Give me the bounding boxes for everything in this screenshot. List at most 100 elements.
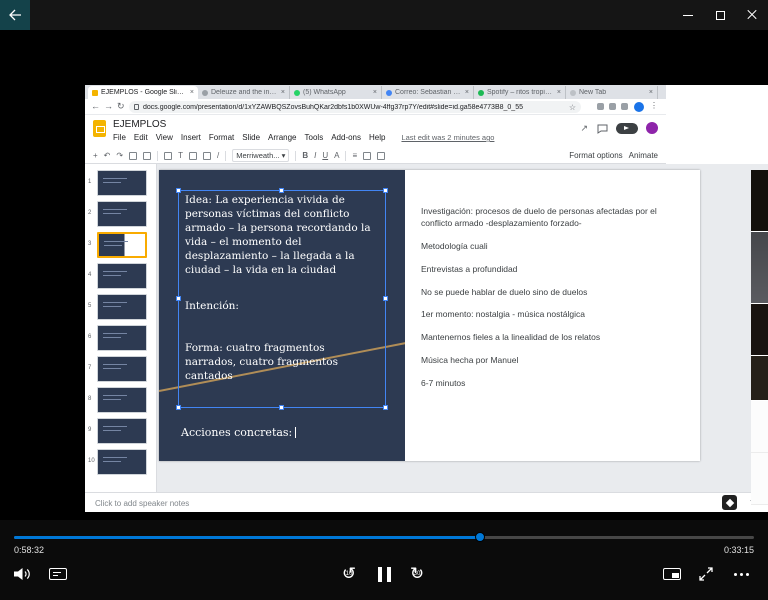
tab-close-icon[interactable]: ×: [465, 89, 469, 96]
print-icon[interactable]: [129, 152, 137, 160]
selection-handle[interactable]: [279, 188, 284, 193]
format-options-button[interactable]: Format options: [569, 151, 622, 160]
selection-handle[interactable]: [279, 405, 284, 410]
slide-text-acciones[interactable]: Acciones concretas:: [181, 426, 296, 439]
slide-filmstrip[interactable]: 1 2 3 4 5 6 7 8 9 10: [85, 164, 157, 492]
slide-thumbnail-5[interactable]: 5: [88, 294, 156, 320]
document-title[interactable]: EJEMPLOS: [113, 119, 166, 130]
selection-handle[interactable]: [176, 296, 181, 301]
volume-button[interactable]: [10, 562, 34, 586]
browser-profile-avatar[interactable]: [634, 102, 644, 112]
more-options-button[interactable]: [728, 562, 754, 586]
slide-canvas[interactable]: Idea: La experiencia vivida de personas …: [157, 164, 768, 492]
italic-icon[interactable]: I: [314, 152, 316, 160]
menu-file[interactable]: File: [113, 133, 126, 142]
menu-view[interactable]: View: [156, 133, 173, 142]
browser-forward-icon[interactable]: →: [104, 101, 113, 111]
paint-format-icon[interactable]: [143, 152, 151, 160]
menu-tools[interactable]: Tools: [305, 133, 324, 142]
selection-handle[interactable]: [383, 296, 388, 301]
tab-close-icon[interactable]: ×: [281, 89, 285, 96]
participant-video-4[interactable]: [751, 356, 768, 401]
participant-video-2[interactable]: [751, 232, 768, 304]
line-spacing-icon[interactable]: [363, 152, 371, 160]
participant-video-3[interactable]: [751, 304, 768, 356]
minimize-button[interactable]: [672, 0, 704, 30]
redo-icon[interactable]: ↷: [116, 152, 123, 160]
menu-addons[interactable]: Add-ons: [331, 133, 361, 142]
animate-button[interactable]: Animate: [629, 151, 658, 160]
menu-arrange[interactable]: Arrange: [268, 133, 296, 142]
text-box-icon[interactable]: T: [178, 152, 183, 160]
last-edit-link[interactable]: Last edit was 2 minutes ago: [401, 133, 494, 142]
fullscreen-button[interactable]: [694, 562, 718, 586]
extension-icon[interactable]: [621, 103, 628, 110]
menu-edit[interactable]: Edit: [134, 133, 148, 142]
slide-thumbnail-9[interactable]: 9: [88, 418, 156, 444]
tab-spotify[interactable]: Spotify – ritos tropicaribes ×: [474, 86, 566, 99]
tab-whatsapp[interactable]: (5) WhatsApp ×: [290, 86, 382, 99]
menu-help[interactable]: Help: [369, 133, 385, 142]
menu-insert[interactable]: Insert: [181, 133, 201, 142]
list-icon[interactable]: [377, 152, 385, 160]
text-color-icon[interactable]: A: [334, 152, 339, 160]
selection-handle[interactable]: [176, 405, 181, 410]
browser-back-icon[interactable]: ←: [91, 101, 100, 111]
speaker-notes-bar[interactable]: Click to add speaker notes: [85, 492, 768, 512]
maximize-button[interactable]: [704, 0, 736, 30]
close-button[interactable]: [736, 0, 768, 30]
menu-format[interactable]: Format: [209, 133, 234, 142]
selection-handle[interactable]: [383, 188, 388, 193]
participant-placeholder-2[interactable]: [751, 453, 768, 505]
select-tool-icon[interactable]: [164, 152, 172, 160]
menu-slide[interactable]: Slide: [242, 133, 260, 142]
seek-bar[interactable]: [14, 536, 754, 539]
seek-bar-handle[interactable]: [475, 532, 485, 542]
tab-close-icon[interactable]: ×: [373, 89, 377, 96]
undo-icon[interactable]: ↶: [104, 152, 111, 160]
selection-handle[interactable]: [176, 188, 181, 193]
bold-icon[interactable]: B: [302, 152, 308, 160]
align-icon[interactable]: ≡: [352, 152, 357, 160]
extension-icon[interactable]: [609, 103, 616, 110]
font-family-select[interactable]: Merriweath... ▾: [232, 149, 289, 162]
mini-player-button[interactable]: [660, 562, 684, 586]
tab-mail[interactable]: Correo: Sebastian de Jesus D... ×: [382, 86, 474, 99]
pause-button[interactable]: [372, 562, 396, 586]
tab-close-icon[interactable]: ×: [649, 89, 653, 96]
new-slide-icon[interactable]: +: [93, 152, 98, 160]
browser-reload-icon[interactable]: ↻: [117, 101, 125, 112]
address-bar[interactable]: docs.google.com/presentation/d/1xYZAWBQS…: [129, 101, 581, 113]
insert-image-icon[interactable]: [189, 152, 197, 160]
insert-shape-icon[interactable]: [203, 152, 211, 160]
present-button[interactable]: [616, 123, 638, 134]
tab-slides[interactable]: EJEMPLOS - Google Slides ×: [88, 86, 198, 99]
slide-thumbnail-3-selected[interactable]: 3: [88, 232, 156, 258]
video-content[interactable]: EJEMPLOS - Google Slides × Deleuze and t…: [85, 85, 768, 512]
tab-close-icon[interactable]: ×: [190, 89, 194, 96]
comments-icon[interactable]: [597, 124, 608, 134]
slide-thumbnail-4[interactable]: 4: [88, 263, 156, 289]
account-avatar[interactable]: [646, 122, 658, 134]
selection-handle[interactable]: [383, 405, 388, 410]
skip-back-button[interactable]: ↺ 10: [336, 562, 362, 586]
bookmark-star-icon[interactable]: ☆: [569, 103, 576, 112]
slide-thumbnail-2[interactable]: 2: [88, 201, 156, 227]
browser-menu-icon[interactable]: ⋮: [650, 101, 658, 110]
slide-thumbnail-6[interactable]: 6: [88, 325, 156, 351]
tab-new-tab[interactable]: New Tab ×: [566, 86, 658, 99]
underline-icon[interactable]: U: [322, 152, 328, 160]
slide-thumbnail-8[interactable]: 8: [88, 387, 156, 413]
share-arrow-icon[interactable]: ↗: [580, 123, 588, 134]
extension-icon[interactable]: [597, 103, 604, 110]
insert-line-icon[interactable]: /: [217, 152, 219, 160]
speaker-notes-placeholder[interactable]: Click to add speaker notes: [95, 499, 189, 508]
skip-forward-button[interactable]: ↻ 30: [404, 562, 430, 586]
slide-notes-text-block[interactable]: Investigación: procesos de duelo de pers…: [421, 206, 663, 401]
explore-button[interactable]: [722, 495, 737, 510]
current-slide[interactable]: Idea: La experiencia vivida de personas …: [159, 170, 700, 461]
tab-close-icon[interactable]: ×: [557, 89, 561, 96]
selected-text-box[interactable]: Idea: La experiencia vivida de personas …: [178, 190, 386, 408]
participant-placeholder-1[interactable]: [751, 401, 768, 453]
tab-deleuze[interactable]: Deleuze and the internet ×: [198, 86, 290, 99]
